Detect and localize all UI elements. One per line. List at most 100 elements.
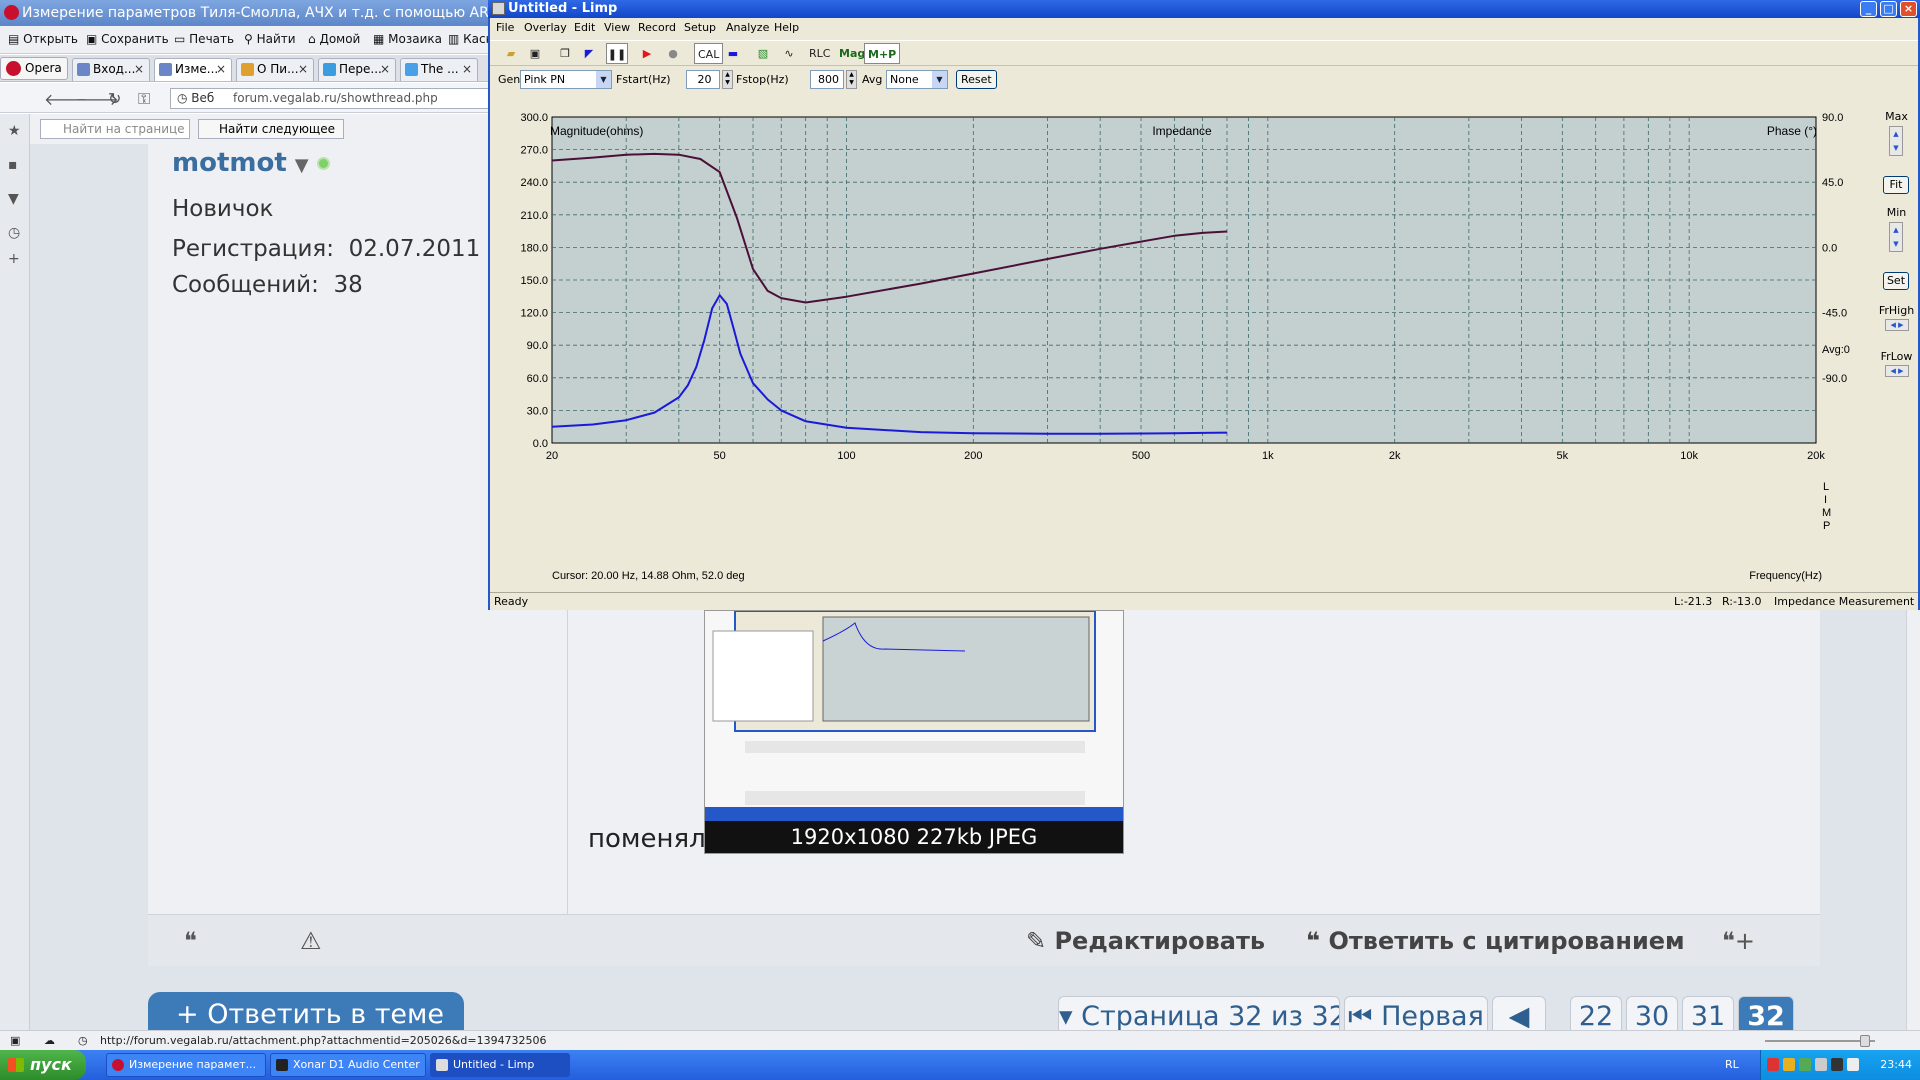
menu-analyze[interactable]: Analyze (726, 21, 769, 34)
start-button[interactable]: пуск (0, 1050, 86, 1080)
limp-title-bar[interactable]: Untitled - Limp _ □ × (488, 0, 1920, 18)
find-button[interactable]: ⚲ Найти (244, 32, 296, 46)
play-icon[interactable]: ▶ (636, 43, 658, 64)
downloads-icon[interactable]: ▼ (8, 192, 22, 206)
menu-overlay[interactable]: Overlay (524, 21, 567, 34)
menu-setup[interactable]: Setup (684, 21, 716, 34)
page-30[interactable]: 30 (1626, 996, 1678, 1030)
frhigh-spinner[interactable]: ◀ ▶ (1885, 319, 1909, 331)
impedance-chart[interactable]: 300.0 270.0 240.0 210.0 180.0 150.0 120.0 90.0 6… (490, 92, 1875, 592)
page-31[interactable]: 31 (1682, 996, 1734, 1030)
pause-icon[interactable]: ❚❚ (606, 43, 628, 64)
key-icon[interactable]: ⚿ (138, 89, 150, 109)
set-button[interactable]: Set (1883, 272, 1909, 290)
close-icon[interactable]: × (134, 59, 144, 80)
tray-app-icon[interactable] (1783, 1058, 1795, 1071)
open-button[interactable]: ▤ Открыть (8, 32, 78, 46)
fstart-spinner[interactable]: ▲ ▼ (722, 70, 733, 89)
panel-toggle-icon[interactable]: ▣ (10, 1031, 20, 1050)
reset-button[interactable]: Reset (956, 70, 997, 89)
page-of-dropdown[interactable]: ▾ Страница 32 из 32 (1058, 996, 1340, 1030)
close-icon[interactable]: × (298, 59, 308, 80)
turbo-cloud-icon[interactable]: ☁ (44, 1031, 55, 1050)
zoom-slider[interactable] (1765, 1040, 1875, 1042)
history-clock-icon[interactable]: ◷ (8, 226, 22, 240)
tray-app-icon[interactable] (1767, 1058, 1779, 1071)
quote-bubble-icon[interactable]: ❝ (184, 927, 197, 955)
overlay-icon[interactable]: ▧ (752, 43, 774, 64)
reply-to-thread-button[interactable]: + Ответить в теме (148, 992, 464, 1030)
home-button[interactable]: ⌂ Домой (308, 32, 360, 46)
notes-icon[interactable]: ▪ (8, 158, 22, 172)
tab-the[interactable]: The ... × (400, 58, 478, 81)
color-icon[interactable]: ▬ (722, 43, 744, 64)
zoom-slider-handle[interactable] (1860, 1035, 1870, 1047)
tab-translate[interactable]: Пере... × (318, 58, 396, 81)
first-page-button[interactable]: ⏮ Первая (1344, 996, 1488, 1030)
fstop-spinner[interactable]: ▲ ▼ (846, 70, 857, 89)
reply-with-quote-button[interactable]: ❝ Ответить с цитированием (1306, 927, 1685, 955)
volume-icon[interactable] (1847, 1058, 1859, 1071)
tray-app-icon[interactable] (1799, 1058, 1811, 1071)
avg-select[interactable]: None ▼ (886, 70, 948, 89)
frlow-spinner[interactable]: ◀ ▶ (1885, 365, 1909, 377)
cal-button[interactable]: CAL (694, 43, 724, 64)
min-spinner[interactable]: ▲ ▼ (1889, 222, 1903, 252)
save-disk-icon[interactable]: ▣ (524, 43, 546, 64)
gen-select[interactable]: Pink PN ▼ (520, 70, 612, 89)
opera-menu-button[interactable]: Opera (0, 57, 68, 80)
print-button[interactable]: ▭ Печать (174, 32, 234, 46)
page-32-current[interactable]: 32 (1738, 996, 1794, 1030)
tray-app-icon[interactable] (1831, 1058, 1843, 1071)
rlc-button[interactable]: RLC (806, 43, 833, 64)
edit-button[interactable]: ✎ Редактировать (1026, 927, 1265, 955)
max-spinner[interactable]: ▲ ▼ (1889, 126, 1903, 156)
taskbar-item-opera[interactable]: Измерение парамет... (106, 1053, 266, 1077)
tab-forum-thread[interactable]: Изме... × (154, 58, 232, 81)
language-indicator[interactable]: RL (1725, 1058, 1739, 1071)
mosaic-button[interactable]: ▦ Мозаика (373, 32, 442, 46)
maximize-button[interactable]: □ (1880, 1, 1897, 17)
multi-quote-icon[interactable]: ❝+ (1722, 927, 1755, 955)
speed-dial-icon[interactable]: ◷ (78, 1031, 88, 1050)
menu-record[interactable]: Record (638, 21, 676, 34)
close-icon[interactable]: × (380, 59, 390, 80)
minimize-button[interactable]: _ (1860, 1, 1877, 17)
taskbar-item-limp[interactable]: Untitled - Limp (430, 1053, 570, 1077)
waveform-icon[interactable]: ∿ (778, 43, 800, 64)
reload-icon[interactable]: ↻ (108, 89, 121, 108)
fstop-input[interactable]: 800 (810, 70, 844, 89)
registration-date: 02.07.2011 (348, 236, 481, 262)
add-panel-icon[interactable]: + (8, 252, 22, 266)
taskbar-item-xonar[interactable]: Xonar D1 Audio Center (270, 1053, 426, 1077)
copy-icon[interactable]: ❐ (554, 43, 576, 64)
close-button[interactable]: × (1900, 1, 1917, 17)
menu-file[interactable]: File (496, 21, 514, 34)
menu-edit[interactable]: Edit (574, 21, 595, 34)
username-link[interactable]: motmot ▼ (172, 148, 330, 178)
prev-page-button[interactable]: ◀ (1492, 996, 1546, 1030)
menu-view[interactable]: View (604, 21, 630, 34)
tab-about[interactable]: О Пи... × (236, 58, 314, 81)
menu-help[interactable]: Help (774, 21, 799, 34)
open-folder-icon[interactable]: ▰ (500, 43, 522, 64)
close-icon[interactable]: × (462, 59, 472, 80)
fstart-input[interactable]: 20 (686, 70, 720, 89)
find-input[interactable]: Найти на странице (40, 119, 190, 139)
page-22[interactable]: 22 (1570, 996, 1622, 1030)
mag-phase-button[interactable]: M+P (864, 43, 901, 64)
url-field[interactable]: ◷ Веб forum.vegalab.ru/showthread.php (170, 88, 490, 109)
tab-inbox[interactable]: Вход... × (72, 58, 150, 81)
close-icon[interactable]: × (216, 59, 226, 80)
attachment-thumbnail[interactable]: 1920x1080 227kb JPEG (704, 610, 1124, 854)
tray-app-icon[interactable] (1815, 1058, 1827, 1071)
save-button[interactable]: ▣ Сохранить (86, 32, 169, 46)
marker-icon[interactable]: ◤ (578, 43, 600, 64)
record-icon[interactable]: ● (662, 43, 684, 64)
x-axis-label: Frequency(Hz) (1749, 570, 1822, 582)
bookmarks-star-icon[interactable]: ★ (8, 124, 22, 138)
fit-button[interactable]: Fit (1883, 176, 1909, 194)
chevron-down-icon[interactable]: ▼ (295, 155, 309, 176)
report-warning-icon[interactable]: ⚠ (300, 927, 322, 955)
find-next-button[interactable]: Найти следующее (198, 119, 344, 139)
